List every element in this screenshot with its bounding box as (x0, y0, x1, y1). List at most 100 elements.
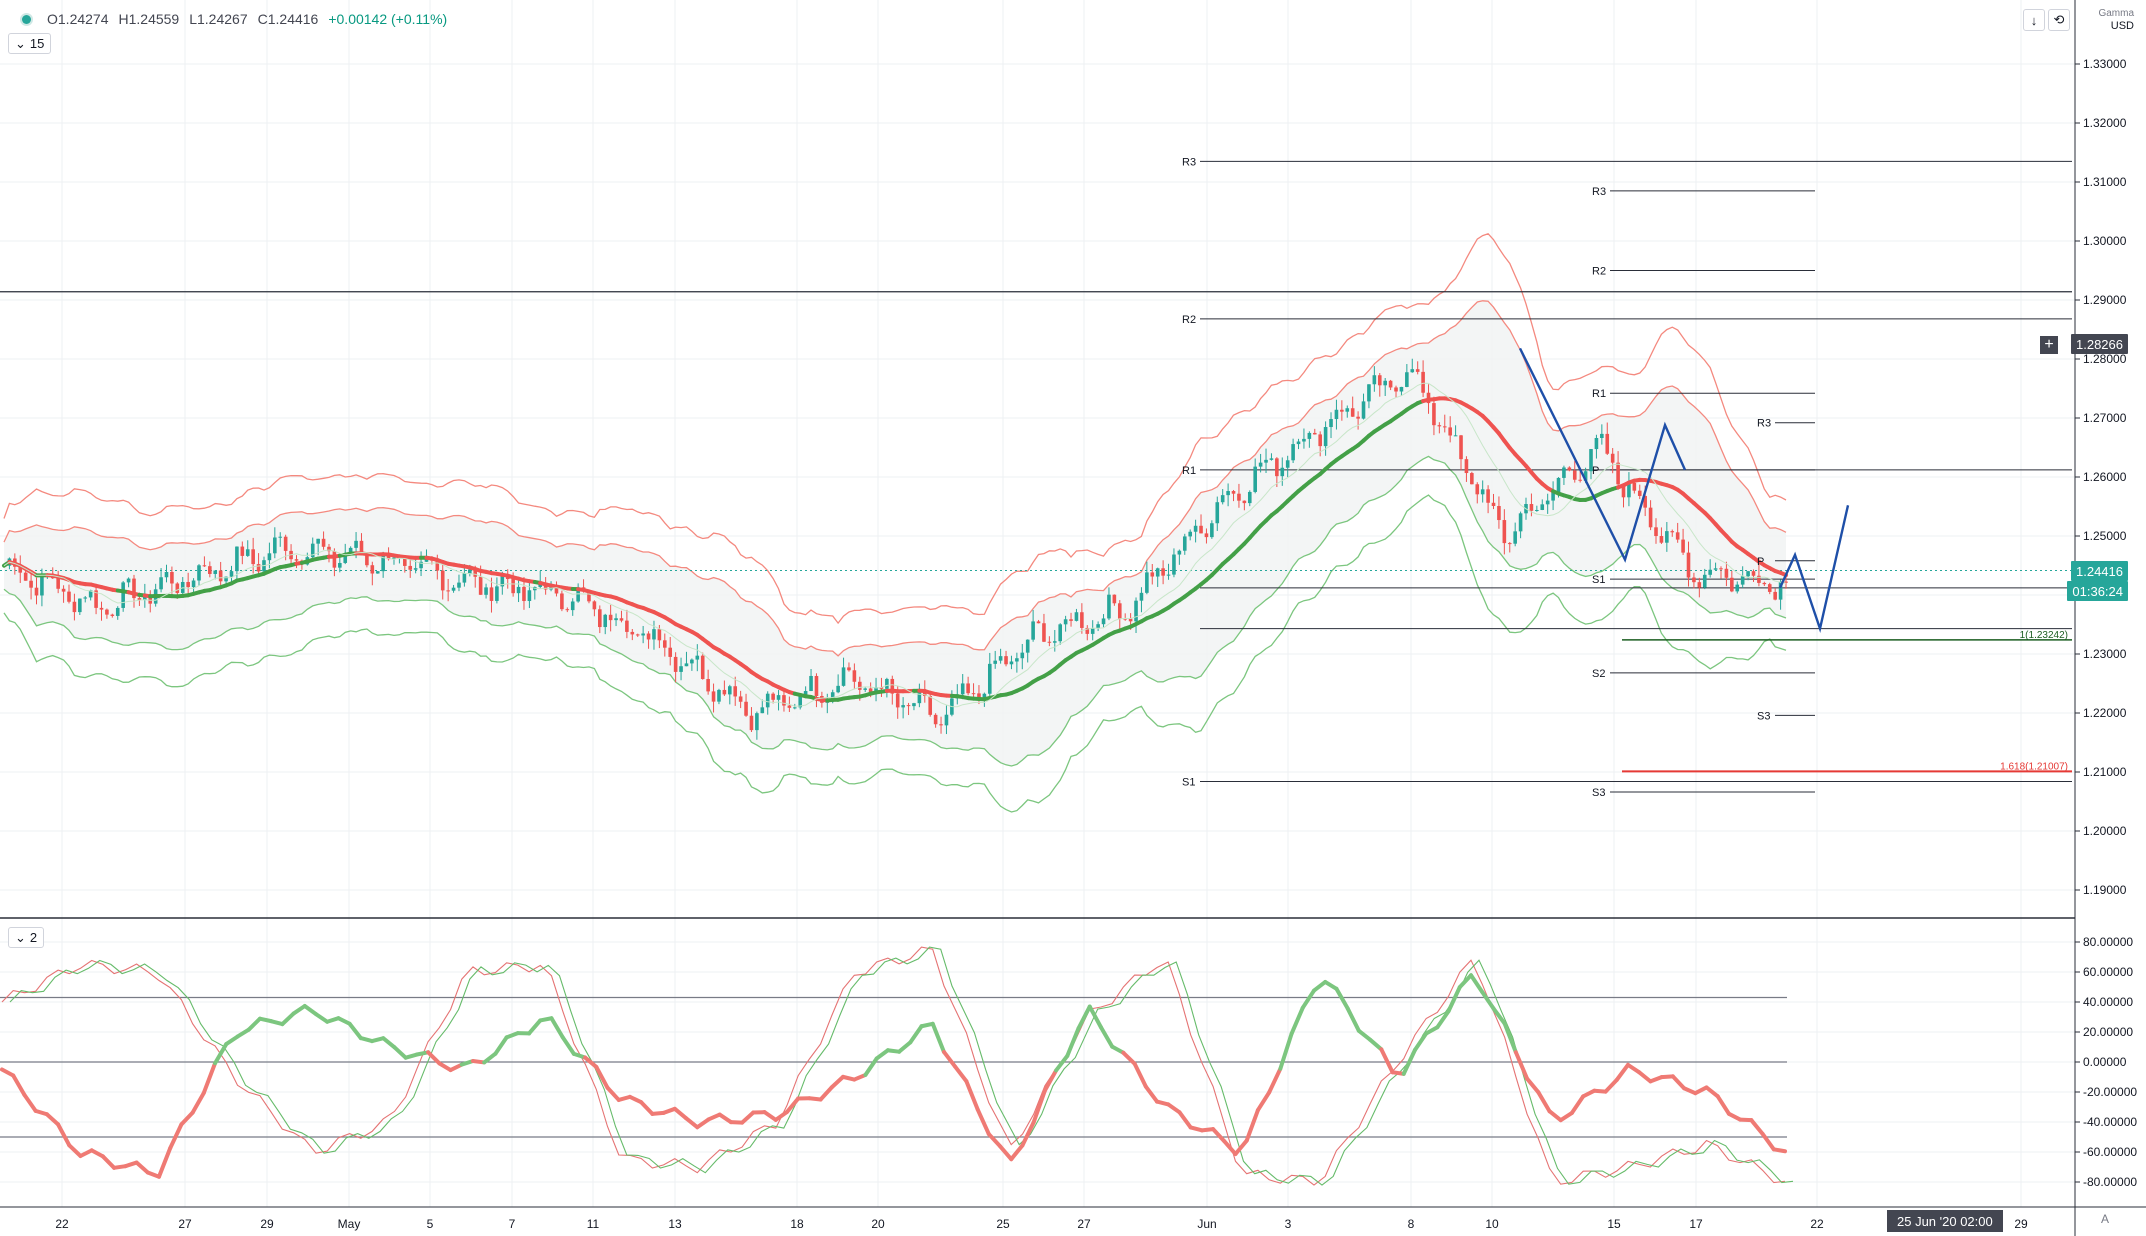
candle-body (1605, 433, 1610, 454)
projection-path (1778, 505, 1850, 634)
candle-body (1480, 489, 1485, 495)
candle-body (511, 579, 515, 594)
osc-main-segment (1278, 1031, 1294, 1071)
osc-tick-label: 20.00000 (2083, 1025, 2133, 1039)
candle-body (468, 569, 472, 574)
candle-body (1161, 568, 1165, 576)
price-tick-label: 1.22000 (2083, 706, 2127, 720)
candle-body (1128, 618, 1133, 622)
candle-body (1442, 426, 1447, 428)
candle-body (906, 705, 911, 707)
osc-tick-label: -20.00000 (2083, 1085, 2137, 1099)
osc-main-segment (313, 1012, 330, 1024)
osc-tick-label: -40.00000 (2083, 1115, 2137, 1129)
refresh-button[interactable]: ⟲ (2048, 9, 2070, 31)
time-tick-label: 22 (55, 1217, 69, 1231)
candle-body (72, 601, 77, 613)
scroll-down-button[interactable]: ↓ (2023, 9, 2045, 31)
osc-main-segment (818, 1085, 834, 1102)
candle-body (1594, 437, 1599, 450)
price-tick-label: 1.29000 (2083, 293, 2127, 307)
candle-body (1518, 513, 1523, 532)
osc-main-segment (1042, 1068, 1059, 1093)
osc-main-segment (1771, 1147, 1787, 1154)
candle-body (570, 601, 575, 611)
auto-scale-button[interactable]: A (2101, 1212, 2109, 1226)
candle-body (159, 577, 163, 590)
candle-body (23, 572, 28, 581)
candle-body (1572, 470, 1577, 480)
candle-body (733, 686, 738, 697)
candle-body (446, 590, 450, 592)
candle-body (1708, 569, 1712, 575)
candle-body (1117, 603, 1122, 619)
price-tick-label: 1.33000 (2083, 57, 2127, 71)
candle-body (1702, 574, 1707, 588)
candle-body (273, 537, 277, 554)
osc-main-segment (717, 1112, 733, 1125)
candle-body (1470, 473, 1474, 485)
candle-body (1036, 621, 1041, 624)
osc-main-segment (1244, 1108, 1260, 1143)
osc-main-segment (302, 1003, 318, 1017)
candle-body (1150, 572, 1155, 577)
osc-main-segment (829, 1074, 846, 1090)
candle-body (1025, 639, 1030, 653)
oscillator-pane (0, 946, 1794, 1186)
osc-main-segment (482, 1051, 498, 1065)
candle-body (1475, 484, 1480, 495)
candle-body (1681, 539, 1685, 553)
candle-body (1486, 489, 1490, 503)
close-value: C1.24416 (257, 11, 319, 27)
candle-body (1215, 502, 1220, 524)
osc-main-segment (67, 1143, 83, 1158)
candle-body (1280, 467, 1285, 477)
interval-badge[interactable]: ⌄ 15 (8, 33, 52, 54)
candle-body (294, 559, 299, 561)
osc-main-segment (1300, 988, 1317, 1010)
candle-body (1188, 531, 1192, 537)
candle-body (235, 546, 239, 572)
oscillator-badge[interactable]: ⌄ 2 (8, 927, 45, 948)
candle-body (522, 586, 526, 602)
osc-main-segment (953, 1064, 969, 1084)
time-tick-label: 10 (1485, 1217, 1499, 1231)
chart-canvas[interactable]: 1.33000 1.32000 1.31000 1.30000 1.29000 1.280… (0, 0, 2146, 1236)
price-tick-label: 1.28000 (2083, 352, 2127, 366)
time-tick-label: 27 (1077, 1217, 1091, 1231)
candle-body (673, 656, 678, 672)
candle-body (278, 536, 283, 538)
candle-body (110, 614, 115, 616)
plus-icon[interactable]: + (2040, 336, 2058, 354)
osc-main-segment (1289, 1005, 1305, 1036)
candle-body (1600, 433, 1604, 438)
osc-main-segment (1267, 1066, 1283, 1095)
candle-body (1052, 641, 1057, 643)
time-tick-label: 8 (1408, 1217, 1415, 1231)
candle-body (1730, 577, 1734, 592)
osc-tick-label: -80.00000 (2083, 1175, 2137, 1189)
candle-body (885, 678, 889, 689)
candle-body (126, 578, 131, 583)
candle-body (457, 582, 461, 588)
osc-main-segment (639, 1100, 655, 1116)
candle-body (717, 689, 721, 702)
candle-body (993, 660, 998, 664)
osc-main-segment (1558, 1110, 1574, 1123)
candle-body (1632, 482, 1637, 491)
candle-body (1237, 493, 1241, 501)
candle-body (283, 536, 288, 551)
candle-body (1058, 624, 1063, 642)
candle-body (1724, 568, 1729, 578)
arrow-down-icon: ↓ (2030, 12, 2038, 28)
osc-main-segment (1446, 985, 1462, 1014)
price-tick-label: 1.31000 (2083, 175, 2127, 189)
candle-body (1015, 658, 1019, 662)
pivot-label: R3 (1592, 186, 1606, 198)
time-tick-label: 20 (871, 1217, 885, 1231)
pivot-label: S3 (1757, 710, 1770, 722)
osc-main-segment (1379, 1047, 1395, 1075)
candle-body (700, 655, 705, 680)
osc-main-segment (527, 1018, 543, 1036)
candle-body (527, 590, 532, 602)
